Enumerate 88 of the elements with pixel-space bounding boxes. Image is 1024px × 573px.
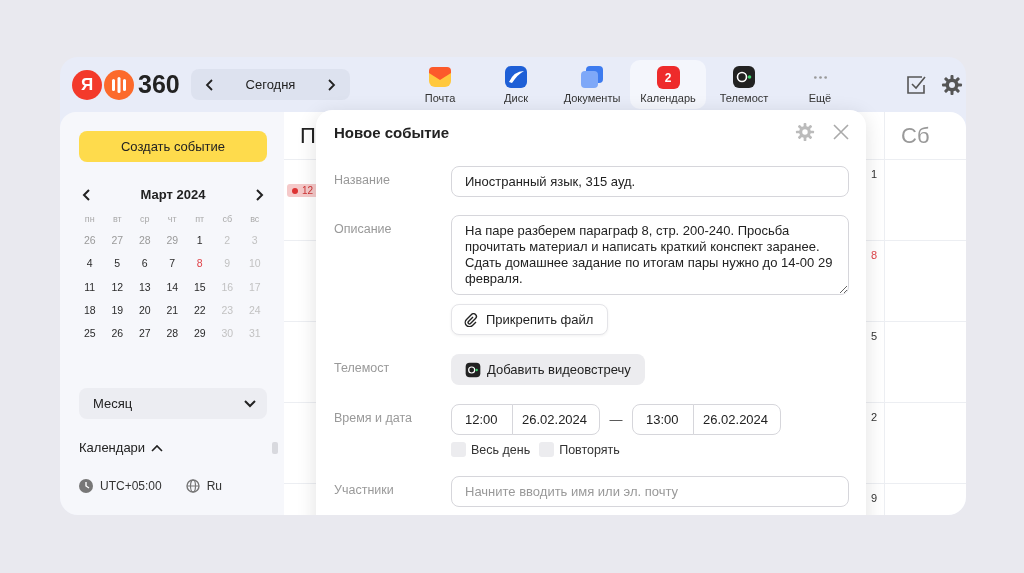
mini-calendar-day[interactable]: 5 — [103, 252, 131, 276]
mini-calendar-day[interactable]: 6 — [131, 252, 159, 276]
mini-calendar-day[interactable]: 4 — [76, 252, 104, 276]
attach-file-button[interactable]: Прикрепить файл — [451, 304, 609, 335]
documents-icon — [580, 65, 604, 89]
create-event-button[interactable]: Создать событие — [79, 131, 267, 162]
date-field[interactable]: 26.02.2024 — [693, 404, 781, 435]
mini-calendar-day[interactable]: 22 — [186, 298, 214, 323]
scrollbar-thumb[interactable] — [272, 442, 278, 454]
mini-calendar-day[interactable]: 21 — [158, 298, 186, 323]
service-tab[interactable]: Телемост — [706, 60, 782, 109]
weekday-label: пн — [83, 213, 96, 226]
weekday-label: пт — [194, 213, 206, 226]
mini-calendar-day[interactable]: 28 — [158, 322, 186, 346]
task-icon[interactable] — [905, 73, 927, 96]
mini-calendar-day[interactable]: 27 — [131, 322, 159, 346]
today-button[interactable]: Сегодня — [245, 77, 296, 92]
mini-calendar-day[interactable]: 25 — [76, 322, 104, 346]
service-tab[interactable]: Диск — [478, 60, 554, 109]
field-label: Название — [334, 172, 391, 187]
field-label: Время и дата — [334, 410, 414, 425]
participants-field[interactable]: Начните вводить имя или эл. почту — [451, 476, 849, 507]
weekday-label: чт — [166, 213, 178, 226]
service-tab[interactable]: 2 Календарь — [630, 60, 706, 109]
envelope-icon — [428, 65, 452, 89]
field-label: Участники — [334, 482, 395, 497]
day-number: 8 — [870, 249, 877, 261]
logo-text: 360 — [138, 70, 180, 99]
field-label: Описание — [334, 221, 393, 236]
mini-calendar-day[interactable]: 15 — [186, 275, 214, 299]
weekday-label: сб — [221, 213, 234, 226]
mini-calendar-day[interactable]: 8 — [186, 252, 214, 276]
time-field[interactable]: 13:00 — [632, 404, 694, 435]
language-link[interactable]: Ru — [206, 479, 223, 494]
mini-calendar-day[interactable]: 26 — [103, 322, 131, 346]
chevron-left-icon — [205, 77, 215, 92]
logo-icon — [104, 69, 134, 100]
camera-icon — [732, 65, 756, 89]
close-icon[interactable] — [833, 124, 849, 140]
checkbox-label: Повторять — [559, 442, 620, 457]
day-number: 2 — [870, 411, 877, 423]
mini-calendar-day[interactable]: 18 — [76, 298, 104, 323]
more-icon — [813, 75, 827, 79]
mini-calendar-day[interactable]: 29 — [186, 322, 214, 346]
service-tab[interactable]: Ещё — [782, 60, 858, 109]
service-tab[interactable]: Документы — [554, 60, 630, 109]
weekday-label: ср — [139, 213, 151, 226]
globe-icon — [185, 479, 200, 494]
calendar-badge: 2 — [656, 66, 680, 89]
weekday-label: вт — [111, 213, 123, 226]
day-number: 5 — [870, 330, 877, 342]
next-month-icon[interactable] — [253, 187, 265, 202]
range-separator: — — [608, 412, 624, 427]
camera-icon — [465, 361, 481, 378]
chevron-down-icon — [243, 399, 257, 409]
mini-calendar-day[interactable]: 13 — [131, 275, 159, 299]
day-header: Сб — [900, 122, 930, 149]
settings-icon[interactable] — [941, 73, 963, 96]
paperclip-icon — [464, 312, 478, 327]
mini-calendar-day[interactable]: 12 — [103, 275, 131, 299]
day-number: 1 — [870, 168, 877, 180]
month-title: Март 2024 — [140, 187, 206, 202]
day-number: 9 — [870, 492, 877, 504]
weekday-label: вс — [249, 213, 261, 226]
previous-month-icon[interactable] — [81, 187, 93, 202]
dialog-title: Новое событие — [334, 123, 450, 141]
chevron-right-icon — [326, 77, 336, 92]
time-field[interactable]: 12:00 — [451, 404, 513, 435]
mini-calendar-day[interactable]: 20 — [131, 298, 159, 323]
timezone-link[interactable]: UTC+05:00 — [100, 479, 162, 494]
title-field[interactable]: Иностранный язык, 315 ауд. — [451, 166, 849, 197]
add-video-meeting-button[interactable]: Добавить видеовстречу — [451, 354, 645, 385]
field-label: Телемост — [334, 360, 391, 375]
clock-icon — [79, 479, 93, 494]
checkbox-label: Весь день — [471, 442, 531, 457]
mini-calendar-day[interactable]: 19 — [103, 298, 131, 323]
date-field[interactable]: 26.02.2024 — [512, 404, 600, 435]
description-field[interactable]: На паре разберем параграф 8, стр. 200-240. Просьба прочитать материал и написать краткий конспект заранее. Сдать домашнее задание по итогам пары нужно до 14-00 29 февраля. — [451, 215, 849, 295]
view-select[interactable]: Месяц — [79, 388, 267, 420]
mini-calendar-day[interactable]: 1 — [186, 229, 214, 253]
service-tab[interactable]: Почта — [402, 60, 478, 109]
mini-calendar-day[interactable]: 11 — [76, 275, 104, 299]
mini-calendar-day[interactable]: 7 — [158, 252, 186, 276]
mini-calendar-day[interactable]: 14 — [158, 275, 186, 299]
calendars-toggle[interactable]: Календари — [79, 440, 164, 456]
logo-badge: Я — [72, 69, 102, 100]
chevron-up-icon — [151, 444, 164, 452]
day-header: П — [299, 122, 316, 149]
